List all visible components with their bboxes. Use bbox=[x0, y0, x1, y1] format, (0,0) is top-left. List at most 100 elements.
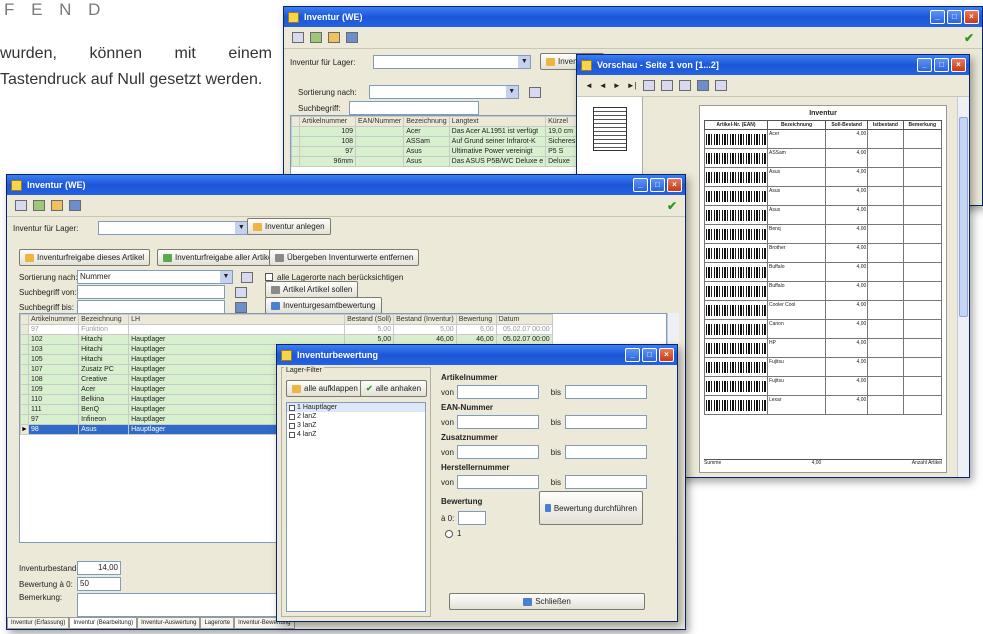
column-header[interactable]: Artikelnummer bbox=[299, 116, 356, 127]
lager-select[interactable]: ▼ bbox=[98, 221, 249, 235]
print-icon[interactable] bbox=[310, 32, 322, 43]
user-icon[interactable] bbox=[51, 200, 63, 211]
column-header[interactable]: Bestand (Inventur) bbox=[393, 314, 457, 325]
bewertung-radio[interactable] bbox=[445, 529, 453, 538]
inventur-bewertung-button[interactable]: Inventurgesamtbewertung bbox=[265, 297, 382, 314]
bewertung-input[interactable] bbox=[458, 511, 487, 525]
freigabe-alle-button[interactable]: Inventurfreigabe aller Artikel bbox=[157, 249, 281, 266]
maximize-button[interactable]: □ bbox=[642, 348, 657, 362]
column-header[interactable]: Artikelnummer bbox=[27, 314, 80, 325]
minimize-button[interactable]: _ bbox=[930, 10, 945, 24]
row-indicator[interactable] bbox=[20, 324, 29, 335]
column-header[interactable]: Datum bbox=[495, 314, 553, 325]
prev-page-icon[interactable]: ◄ bbox=[599, 81, 607, 90]
preview-scrollbar[interactable] bbox=[957, 97, 969, 477]
nav-back-icon[interactable] bbox=[15, 200, 27, 211]
inventur-anlegen-button[interactable]: Inventur anlegen bbox=[247, 218, 331, 235]
confirm-check-icon[interactable]: ✔ bbox=[667, 199, 677, 213]
tree-checkbox[interactable] bbox=[289, 422, 295, 429]
search-from-input[interactable] bbox=[77, 285, 225, 299]
sort-select[interactable]: Nummer ▼ bbox=[77, 270, 233, 284]
artikelnummer-bis-input[interactable] bbox=[565, 385, 647, 399]
tree-checkbox[interactable] bbox=[289, 431, 295, 438]
tab-erfassung[interactable]: Inventur (Erfassung) bbox=[7, 617, 70, 629]
search-icon[interactable] bbox=[235, 301, 247, 313]
save-icon[interactable] bbox=[346, 32, 358, 43]
bemerkung-textarea[interactable] bbox=[77, 593, 277, 617]
column-header[interactable]: Bezeichnung bbox=[403, 116, 450, 127]
last-page-icon[interactable]: ►| bbox=[627, 81, 637, 90]
first-page-icon[interactable]: ◄ bbox=[585, 81, 593, 90]
zusatznummer-von-input[interactable] bbox=[457, 445, 539, 459]
column-header[interactable]: LH bbox=[128, 314, 346, 325]
print-icon[interactable] bbox=[33, 200, 45, 211]
lager-select[interactable]: ▼ bbox=[373, 55, 532, 69]
ean-bis-input[interactable] bbox=[565, 415, 647, 429]
next-page-icon[interactable]: ► bbox=[613, 81, 621, 90]
user-icon[interactable] bbox=[328, 32, 340, 43]
scrollbar-thumb[interactable] bbox=[959, 117, 968, 317]
print-icon[interactable] bbox=[678, 80, 691, 91]
tree-item[interactable]: 4 lanZ bbox=[287, 430, 425, 439]
calendar-icon[interactable] bbox=[241, 271, 253, 283]
tab-lagerorte[interactable]: Lagerorte bbox=[200, 617, 235, 629]
close-button[interactable]: × bbox=[659, 348, 674, 362]
close-button[interactable]: × bbox=[667, 178, 682, 192]
search-to-input[interactable] bbox=[77, 300, 225, 314]
tree-checkbox[interactable] bbox=[289, 404, 295, 411]
lagerorte-checkbox[interactable] bbox=[265, 273, 273, 281]
column-header[interactable]: EAN/Nummer bbox=[354, 116, 405, 127]
maximize-button[interactable]: □ bbox=[934, 58, 949, 72]
bewertung-input[interactable]: 50 bbox=[77, 577, 121, 591]
nav-back-icon[interactable] bbox=[292, 32, 304, 43]
row-indicator[interactable] bbox=[20, 384, 29, 395]
table-row[interactable]: 97 Asus Ultimative Power vereinigt P5 S bbox=[291, 146, 579, 157]
close-button[interactable]: × bbox=[951, 58, 966, 72]
row-indicator[interactable] bbox=[20, 344, 29, 355]
table-row[interactable]: 102 Hitachi Hauptlager 5,00 46,00 46,00 05.02.… bbox=[20, 334, 553, 345]
table-row[interactable]: 96mm Asus Das ASUS P5B/WC Deluxe e Delux… bbox=[291, 156, 579, 167]
tab-auswertung[interactable]: Inventur-Auswertung bbox=[137, 617, 201, 629]
artikel-button[interactable]: Artikel Artikel sollen bbox=[265, 281, 359, 298]
minimize-button[interactable]: _ bbox=[917, 58, 932, 72]
row-indicator[interactable] bbox=[20, 414, 29, 425]
tree-item[interactable]: 1 Hauptlager bbox=[287, 403, 425, 412]
tree-item[interactable]: 2 lanZ bbox=[287, 412, 425, 421]
herstellernummer-bis-input[interactable] bbox=[565, 475, 647, 489]
zoom-icon[interactable] bbox=[642, 80, 655, 91]
calendar-icon[interactable] bbox=[528, 86, 541, 98]
artikelnummer-von-input[interactable] bbox=[457, 385, 539, 399]
column-header[interactable]: Bewertung bbox=[455, 314, 497, 325]
save-icon[interactable] bbox=[696, 80, 709, 91]
alle-anhaken-button[interactable]: ✔ alle anhaken bbox=[360, 380, 428, 397]
table-row[interactable]: 109 Acer Das Acer AL1951 ist verfügt 19,… bbox=[291, 126, 579, 137]
tab-bearbeitung[interactable]: Inventur (Bearbeitung) bbox=[69, 617, 138, 629]
ean-von-input[interactable] bbox=[457, 415, 539, 429]
column-header[interactable]: Kürzel bbox=[545, 116, 579, 127]
column-header[interactable]: Bezeichnung bbox=[78, 314, 130, 325]
table-row[interactable]: 108 ASSam Auf Grund seiner Infrarot-K Si… bbox=[291, 136, 579, 147]
row-indicator[interactable] bbox=[20, 334, 29, 345]
table-row[interactable]: 97 Funktion 5,00 5,00 6,00 05.02.07 00:00 bbox=[20, 324, 553, 335]
herstellernummer-von-input[interactable] bbox=[457, 475, 539, 489]
minimize-button[interactable]: _ bbox=[633, 178, 648, 192]
tree-checkbox[interactable] bbox=[289, 413, 295, 420]
row-indicator[interactable] bbox=[20, 394, 29, 405]
page-thumbnail[interactable] bbox=[593, 107, 627, 151]
maximize-button[interactable]: □ bbox=[650, 178, 665, 192]
edit-icon[interactable] bbox=[235, 286, 247, 298]
column-header[interactable]: Bestand (Soll) bbox=[344, 314, 395, 325]
zusatznummer-bis-input[interactable] bbox=[565, 445, 647, 459]
column-header[interactable]: Langtext bbox=[448, 116, 547, 127]
row-indicator[interactable] bbox=[20, 364, 29, 375]
confirm-check-icon[interactable]: ✔ bbox=[964, 31, 974, 45]
minimize-button[interactable]: _ bbox=[625, 348, 640, 362]
inventurbestand-input[interactable]: 14,00 bbox=[77, 561, 121, 575]
alle-aufklappen-button[interactable]: alle aufklappen bbox=[286, 380, 364, 397]
sort-select[interactable]: ▼ bbox=[368, 85, 519, 99]
maximize-button[interactable]: □ bbox=[947, 10, 962, 24]
search-input[interactable] bbox=[348, 101, 479, 115]
tree-item[interactable]: 3 lanZ bbox=[287, 421, 425, 430]
page-setup-icon[interactable] bbox=[660, 80, 673, 91]
export-icon[interactable] bbox=[714, 80, 727, 91]
